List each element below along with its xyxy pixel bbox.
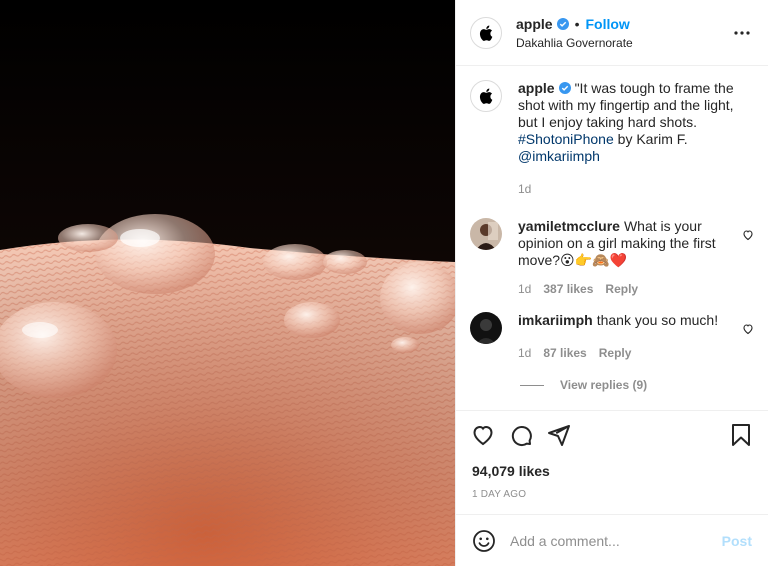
caption-username[interactable]: apple: [518, 80, 555, 96]
view-replies-button[interactable]: View replies (9): [520, 378, 754, 392]
fingertip-water-drops-image: [0, 0, 455, 566]
caption-mention[interactable]: @imkariimph: [518, 148, 600, 164]
reply-button[interactable]: Reply: [605, 281, 638, 298]
post-header: apple • Follow Dakahlia Governorate: [456, 0, 768, 66]
post-actions: [470, 422, 754, 448]
caption: apple "It was tough to frame the shot wit…: [470, 80, 754, 198]
comment-likes[interactable]: 87 likes: [543, 345, 586, 362]
comment-item: imkariimph thank you so much! 1d 87 likes…: [470, 312, 754, 362]
author-avatar[interactable]: [470, 16, 502, 49]
post-modal: apple • Follow Dakahlia Governorate appl…: [0, 0, 768, 566]
comment-icon[interactable]: [508, 422, 534, 448]
author-info: apple • Follow Dakahlia Governorate: [516, 16, 730, 50]
likes-count[interactable]: 94,079 likes: [472, 463, 550, 479]
caption-time[interactable]: 1d: [518, 181, 531, 198]
apple-logo-icon: [479, 25, 493, 41]
comment-time[interactable]: 1d: [518, 345, 531, 362]
caption-credit: by Karim F.: [613, 131, 688, 147]
post-photo[interactable]: [0, 0, 455, 566]
posted-timestamp[interactable]: 1 DAY AGO: [472, 489, 526, 500]
commenter-avatar[interactable]: [470, 312, 502, 344]
comments-list[interactable]: apple "It was tough to frame the shot wit…: [456, 66, 768, 411]
bookmark-icon[interactable]: [728, 422, 754, 448]
follow-button[interactable]: Follow: [585, 16, 629, 32]
comment-time[interactable]: 1d: [518, 281, 531, 298]
more-options-icon[interactable]: [730, 21, 754, 45]
comment-item: yamiletmcclure What is your opinion on a …: [470, 218, 754, 298]
heart-icon[interactable]: [470, 422, 496, 448]
apple-logo-icon: [479, 88, 493, 104]
caption-author-avatar[interactable]: [470, 80, 502, 112]
comment-input[interactable]: [510, 532, 722, 549]
comment-text: thank you so much!: [596, 312, 719, 328]
verified-badge-icon: [558, 82, 571, 94]
post-side-panel: apple • Follow Dakahlia Governorate appl…: [455, 0, 768, 566]
add-comment-bar: Post: [456, 514, 768, 566]
comment-username[interactable]: imkariimph: [518, 312, 593, 328]
comment-heart-icon[interactable]: [742, 322, 754, 335]
comment-heart-icon[interactable]: [742, 228, 754, 241]
commenter-avatar[interactable]: [470, 218, 502, 250]
view-replies-label: View replies (9): [560, 378, 648, 392]
emoji-icon[interactable]: [472, 529, 496, 553]
reply-button[interactable]: Reply: [599, 345, 632, 362]
post-location[interactable]: Dakahlia Governorate: [516, 36, 730, 50]
comment-username[interactable]: yamiletmcclure: [518, 218, 620, 234]
caption-body: apple "It was tough to frame the shot wit…: [518, 80, 754, 198]
share-icon[interactable]: [546, 422, 572, 448]
post-comment-button[interactable]: Post: [722, 533, 752, 549]
separator-dot: •: [574, 15, 580, 32]
comment-body: imkariimph thank you so much! 1d 87 likes…: [518, 312, 754, 362]
caption-hashtag[interactable]: #ShotoniPhone: [518, 131, 614, 147]
verified-badge-icon: [556, 17, 569, 30]
author-username[interactable]: apple: [516, 16, 553, 32]
comment-likes[interactable]: 387 likes: [543, 281, 593, 298]
replies-divider: [520, 384, 544, 386]
comment-body: yamiletmcclure What is your opinion on a …: [518, 218, 754, 298]
